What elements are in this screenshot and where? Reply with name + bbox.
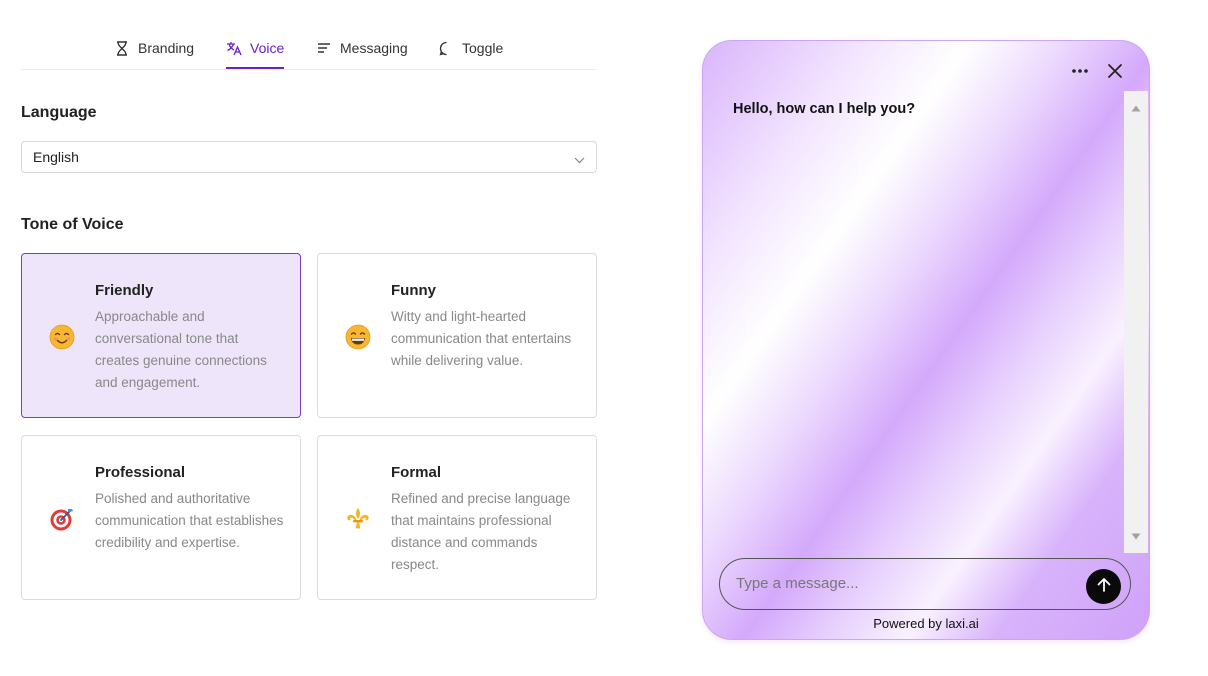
- tab-label: Branding: [138, 40, 195, 56]
- tone-card-funny[interactable]: Funny Witty and light-hearted communicat…: [317, 253, 597, 418]
- arrow-up-icon: [1097, 577, 1111, 597]
- tone-card-professional[interactable]: Professional Polished and authoritative …: [21, 435, 301, 600]
- tab-toggle[interactable]: Toggle: [438, 28, 503, 68]
- tone-card-friendly[interactable]: Friendly Approachable and conversational…: [21, 253, 301, 418]
- message-input-placeholder: Type a message...: [736, 575, 859, 592]
- chevron-down-icon: [574, 151, 585, 169]
- tab-label: Messaging: [340, 40, 408, 56]
- message-input[interactable]: Type a message...: [719, 558, 1131, 610]
- grinning-face-icon: [345, 324, 371, 350]
- smiling-face-icon: [49, 324, 75, 350]
- tone-description: Approachable and conversational tone tha…: [95, 309, 267, 390]
- send-button[interactable]: [1086, 569, 1121, 604]
- tab-voice[interactable]: Voice: [226, 28, 285, 69]
- chat-bubble-icon: [438, 40, 454, 56]
- tab-messaging[interactable]: Messaging: [316, 28, 408, 68]
- scroll-down-icon[interactable]: [1131, 527, 1141, 545]
- tab-label: Voice: [250, 40, 285, 56]
- tone-title: Funny: [391, 282, 436, 299]
- tone-description: Witty and light-hearted communication th…: [391, 309, 572, 368]
- translate-icon: [226, 40, 242, 56]
- text-lines-icon: [316, 40, 332, 56]
- tone-title: Professional: [95, 464, 186, 481]
- tab-branding[interactable]: Branding: [114, 28, 194, 68]
- chat-scrollbar[interactable]: [1124, 91, 1148, 553]
- language-label: Language: [21, 104, 97, 121]
- target-icon: [49, 506, 75, 532]
- powered-by-text: Powered by laxi.ai: [873, 616, 979, 631]
- language-select[interactable]: English: [21, 141, 597, 173]
- tone-description: Polished and authoritative communication…: [95, 491, 284, 550]
- more-options-icon[interactable]: [1071, 63, 1089, 84]
- close-icon[interactable]: [1107, 63, 1123, 84]
- tone-title: Formal: [391, 464, 442, 481]
- chat-greeting-message: Hello, how can I help you?: [733, 101, 916, 117]
- language-selected-value: English: [33, 149, 79, 165]
- tone-card-formal[interactable]: Formal Refined and precise language that…: [317, 435, 597, 600]
- tone-title: Friendly: [95, 282, 154, 299]
- tone-of-voice-label: Tone of Voice: [21, 216, 124, 233]
- tab-label: Toggle: [462, 40, 504, 56]
- hourglass-icon: [114, 40, 130, 56]
- tone-description: Refined and precise language that mainta…: [391, 491, 571, 572]
- scroll-up-icon[interactable]: [1131, 99, 1141, 117]
- fleur-de-lis-icon: [345, 506, 371, 532]
- settings-tabs: Branding Voice Messaging Toggle: [21, 28, 597, 70]
- chat-widget-preview: Hello, how can I help you? Type a messag…: [702, 40, 1150, 640]
